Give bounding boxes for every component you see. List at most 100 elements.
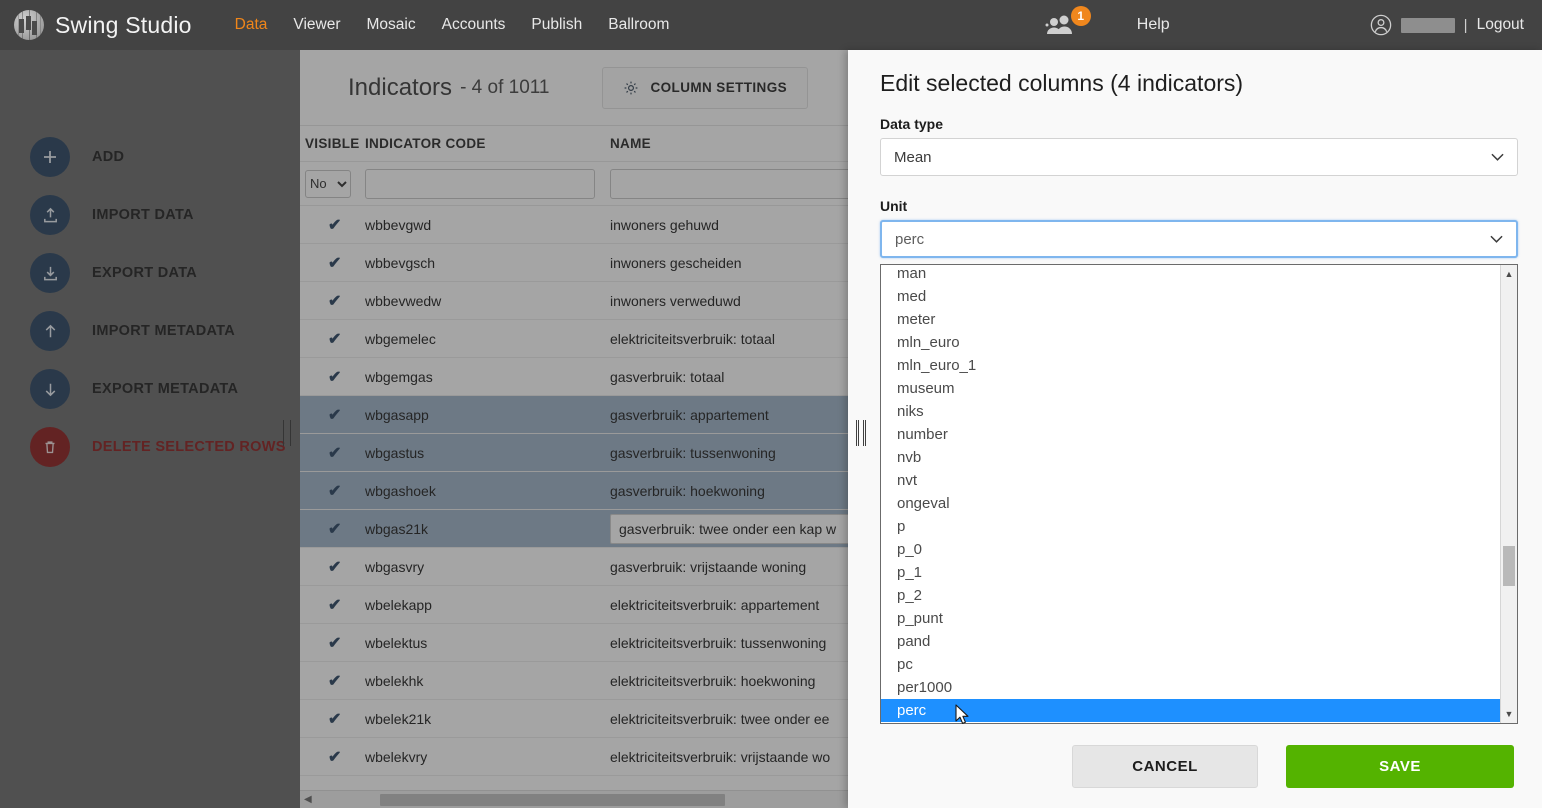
- nav-link-accounts[interactable]: Accounts: [442, 16, 506, 34]
- cell-indicator-code[interactable]: wbgemgas: [365, 369, 610, 385]
- filter-indicator-code-input[interactable]: [365, 168, 595, 199]
- unit-select[interactable]: perc: [880, 220, 1518, 258]
- unit-option[interactable]: perc: [881, 699, 1501, 722]
- sidebar-item-import-data[interactable]: IMPORT DATA: [0, 186, 300, 244]
- user-menu[interactable]: | Logout: [1370, 14, 1524, 36]
- unit-option[interactable]: man: [881, 265, 1501, 285]
- cancel-button[interactable]: CANCEL: [1072, 744, 1258, 788]
- triangle-up-icon[interactable]: ▲: [1501, 266, 1517, 282]
- cell-indicator-code[interactable]: wbgastus: [365, 445, 610, 461]
- unit-option[interactable]: niks: [881, 400, 1501, 423]
- cell-indicator-code[interactable]: wbelekvry: [365, 749, 610, 765]
- sidebar-item-delete-selected-rows[interactable]: DELETE SELECTED ROWS: [0, 418, 300, 476]
- cell-indicator-code[interactable]: wbgasapp: [365, 407, 610, 423]
- brand-logo[interactable]: Swing Studio: [14, 10, 192, 40]
- unit-option[interactable]: nvt: [881, 469, 1501, 492]
- horizontal-scroll-thumb[interactable]: [380, 794, 725, 806]
- cell-indicator-code[interactable]: wbelek21k: [365, 711, 610, 727]
- unit-option[interactable]: p_2: [881, 584, 1501, 607]
- modal-resize-handle[interactable]: [858, 420, 866, 446]
- unit-option[interactable]: mln_euro: [881, 331, 1501, 354]
- unit-option[interactable]: pand: [881, 630, 1501, 653]
- cell-indicator-code[interactable]: wbelekapp: [365, 597, 610, 613]
- column-header-visible[interactable]: VISIBLE: [300, 136, 365, 151]
- row-visible-check-icon[interactable]: ✔: [300, 291, 365, 311]
- arrow-up-icon: [30, 311, 70, 351]
- unit-option[interactable]: meter: [881, 308, 1501, 331]
- datatype-label: Data type: [880, 116, 944, 132]
- unit-label: Unit: [880, 198, 908, 214]
- row-visible-check-icon[interactable]: ✔: [300, 519, 365, 539]
- row-visible-check-icon[interactable]: ✔: [300, 709, 365, 729]
- page-title: Indicators: [348, 73, 453, 101]
- unit-option[interactable]: number: [881, 423, 1501, 446]
- logout-link[interactable]: Logout: [1477, 16, 1524, 34]
- people-icon[interactable]: 1: [1045, 6, 1091, 41]
- cell-indicator-code[interactable]: wbgas21k: [365, 521, 610, 537]
- row-visible-check-icon[interactable]: ✔: [300, 329, 365, 349]
- row-visible-check-icon[interactable]: ✔: [300, 367, 365, 387]
- row-visible-check-icon[interactable]: ✔: [300, 215, 365, 235]
- sidebar-item-export-data[interactable]: EXPORT DATA: [0, 244, 300, 302]
- datatype-select[interactable]: Mean: [880, 138, 1518, 176]
- nav-link-data[interactable]: Data: [235, 16, 268, 34]
- unit-option[interactable]: p_punt: [881, 607, 1501, 630]
- modal-title: Edit selected columns (4 indicators): [880, 70, 1244, 96]
- unit-value: perc: [895, 230, 925, 248]
- cell-indicator-code[interactable]: wbbevwedw: [365, 293, 610, 309]
- unit-option[interactable]: med: [881, 285, 1501, 308]
- cell-indicator-code[interactable]: wbgashoek: [365, 483, 610, 499]
- unit-option[interactable]: p_1: [881, 561, 1501, 584]
- nav-link-mosaic[interactable]: Mosaic: [367, 16, 416, 34]
- plus-icon: [30, 137, 70, 177]
- unit-option[interactable]: per1000: [881, 676, 1501, 699]
- dropdown-scrollbar[interactable]: ▲ ▼: [1500, 265, 1517, 723]
- cell-indicator-code[interactable]: wbelektus: [365, 635, 610, 651]
- unit-option[interactable]: ongeval: [881, 492, 1501, 515]
- cell-indicator-code[interactable]: wbgasvry: [365, 559, 610, 575]
- column-settings-label: COLUMN SETTINGS: [650, 80, 787, 95]
- sidebar-item-import-metadata[interactable]: IMPORT METADATA: [0, 302, 300, 360]
- scroll-left-arrow[interactable]: ◀: [304, 794, 312, 805]
- download-box-icon: [30, 253, 70, 293]
- unit-dropdown-list[interactable]: man med meter mln_euro mln_euro_1 museum niks n…: [880, 264, 1518, 724]
- row-visible-check-icon[interactable]: ✔: [300, 671, 365, 691]
- column-settings-button[interactable]: COLUMN SETTINGS: [601, 66, 808, 109]
- unit-option[interactable]: mln_euro_1: [881, 354, 1501, 377]
- cell-indicator-code[interactable]: wbbevgsch: [365, 255, 610, 271]
- cell-indicator-code[interactable]: wbgemelec: [365, 331, 610, 347]
- row-visible-check-icon[interactable]: ✔: [300, 481, 365, 501]
- top-navigation-bar: Swing Studio Data Viewer Mosaic Accounts…: [0, 0, 1542, 50]
- save-button[interactable]: SAVE: [1286, 744, 1514, 788]
- row-visible-check-icon[interactable]: ✔: [300, 747, 365, 767]
- row-visible-check-icon[interactable]: ✔: [300, 253, 365, 273]
- sidebar-label-export-data: EXPORT DATA: [92, 265, 198, 281]
- row-visible-check-icon[interactable]: ✔: [300, 443, 365, 463]
- dropdown-scroll-thumb[interactable]: [1503, 546, 1515, 586]
- nav-link-ballroom[interactable]: Ballroom: [608, 16, 669, 34]
- cell-indicator-code[interactable]: wbbevgwd: [365, 217, 610, 233]
- sidebar-item-export-metadata[interactable]: EXPORT METADATA: [0, 360, 300, 418]
- column-header-indicator-code[interactable]: INDICATOR CODE: [365, 136, 610, 151]
- unit-option[interactable]: p_0: [881, 538, 1501, 561]
- sidebar-resize-handle[interactable]: [283, 420, 291, 446]
- nav-link-viewer[interactable]: Viewer: [293, 16, 340, 34]
- row-visible-check-icon[interactable]: ✔: [300, 405, 365, 425]
- nav-separator: |: [1463, 16, 1468, 34]
- row-visible-check-icon[interactable]: ✔: [300, 557, 365, 577]
- cell-indicator-code[interactable]: wbelekhk: [365, 673, 610, 689]
- main-nav-links: Data Viewer Mosaic Accounts Publish Ball…: [235, 16, 670, 34]
- filter-visible-select[interactable]: No: [305, 169, 351, 198]
- nav-link-publish[interactable]: Publish: [531, 16, 582, 34]
- brand-title: Swing Studio: [55, 11, 192, 38]
- row-visible-check-icon[interactable]: ✔: [300, 633, 365, 653]
- unit-option[interactable]: pc: [881, 653, 1501, 676]
- row-visible-check-icon[interactable]: ✔: [300, 595, 365, 615]
- unit-option[interactable]: museum: [881, 377, 1501, 400]
- username-redacted: [1400, 17, 1455, 33]
- help-link[interactable]: Help: [1137, 16, 1170, 34]
- unit-option[interactable]: p: [881, 515, 1501, 538]
- sidebar-item-add[interactable]: ADD: [0, 128, 300, 186]
- unit-option[interactable]: nvb: [881, 446, 1501, 469]
- triangle-down-icon[interactable]: ▼: [1501, 706, 1517, 722]
